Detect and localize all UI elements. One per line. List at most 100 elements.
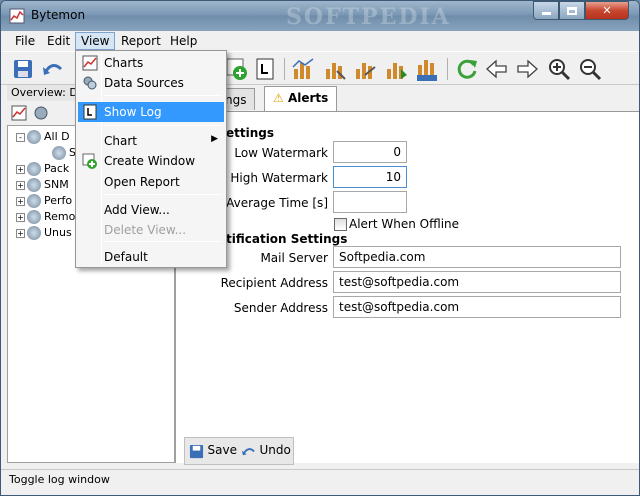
chart-icon <box>82 55 98 71</box>
group-icon <box>27 162 41 176</box>
menu-edit[interactable]: Edit <box>41 32 76 50</box>
menu-view[interactable]: View <box>75 32 116 50</box>
data-sources-icon <box>83 76 97 90</box>
chart-remove-icon <box>326 63 346 80</box>
menu-separator <box>104 125 222 126</box>
main-window: Bytemon SOFTPEDIA ✕ File Edit View Repor… <box>0 0 640 496</box>
status-bar: Toggle log window <box>1 469 639 491</box>
menu-item-show-log[interactable]: Show Log <box>78 102 224 122</box>
menu-bar: File Edit View Report Help <box>1 31 639 51</box>
expand-icon[interactable]: + <box>16 164 25 174</box>
menu-report[interactable]: Report <box>115 32 167 50</box>
status-text: Toggle log window <box>9 473 110 486</box>
tree-source-icon[interactable] <box>33 105 49 121</box>
section-watermark-settings: ettings <box>226 126 274 140</box>
back-toolbar-button[interactable] <box>485 57 509 81</box>
sender-address-input[interactable]: test@softpedia.com <box>333 296 621 318</box>
title-bar: Bytemon SOFTPEDIA ✕ <box>1 1 639 31</box>
alerts-panel: ettings Low Watermark 0 High Watermark 1… <box>176 111 639 463</box>
section-notification-settings: tification Settings <box>226 232 348 246</box>
view-menu-dropdown: Charts Data Sources Show Log Chart ▶ Cre… <box>75 50 227 268</box>
undo-icon <box>241 447 255 455</box>
undo-button[interactable]: Undo <box>241 443 291 461</box>
tree-node[interactable]: + Perfo <box>16 194 72 210</box>
menu-separator <box>104 95 222 96</box>
menu-item-open-report[interactable]: Open Report <box>78 172 224 192</box>
refresh-icon <box>457 59 477 79</box>
low-watermark-input[interactable]: 0 <box>333 141 407 163</box>
chart-arrow-icon <box>387 63 407 79</box>
add-window-toolbar-button[interactable] <box>225 57 249 81</box>
chart-toolbar-button-2[interactable] <box>323 57 347 81</box>
snmp-icon <box>417 60 437 81</box>
group-icon <box>27 178 41 192</box>
menu-help[interactable]: Help <box>164 32 203 50</box>
right-panel: ngs ⚠ Alerts ettings Low Watermark 0 Hig… <box>175 85 639 465</box>
source-icon <box>52 146 66 160</box>
tab-alerts[interactable]: ⚠ Alerts <box>264 86 338 111</box>
snmp-toolbar-button[interactable] <box>415 57 439 81</box>
save-button[interactable]: Save <box>189 443 237 461</box>
warning-icon: ⚠ <box>273 91 284 105</box>
tree-node[interactable]: + SNM <box>16 178 69 194</box>
expand-icon[interactable]: + <box>16 196 25 206</box>
expand-icon[interactable]: + <box>16 228 25 238</box>
alert-offline-checkbox[interactable] <box>334 218 347 231</box>
menu-item-data-sources[interactable]: Data Sources <box>78 73 224 93</box>
group-icon <box>27 194 41 208</box>
chart-toolbar-button-4[interactable] <box>384 57 408 81</box>
maximize-icon <box>567 6 577 15</box>
moving-average-input[interactable] <box>333 191 407 213</box>
undo-toolbar-button[interactable] <box>41 57 65 81</box>
tree-node[interactable]: - All D <box>16 130 70 146</box>
menu-item-default[interactable]: Default <box>78 247 224 267</box>
menu-separator <box>104 194 222 195</box>
toolbar-separator <box>447 58 448 80</box>
group-icon <box>27 226 41 240</box>
create-window-icon <box>82 153 97 169</box>
chart-toolbar-button-1[interactable] <box>291 57 315 81</box>
app-icon <box>9 8 25 24</box>
toolbar-separator <box>284 58 285 80</box>
expand-icon[interactable]: + <box>16 180 25 190</box>
close-icon: ✕ <box>602 4 612 17</box>
log-toolbar-button[interactable] <box>253 57 277 81</box>
zoom-in-toolbar-button[interactable] <box>547 57 571 81</box>
menu-item-add-view[interactable]: Add View... <box>78 200 224 220</box>
refresh-toolbar-button[interactable] <box>455 57 479 81</box>
bottom-action-bar: Save Undo <box>184 437 294 465</box>
group-icon <box>27 210 41 224</box>
save-toolbar-button[interactable] <box>11 57 35 81</box>
recipient-address-input[interactable]: test@softpedia.com <box>333 271 621 293</box>
arrow-right-icon <box>517 59 538 79</box>
tree-chart-icon[interactable] <box>11 105 27 121</box>
tree-node[interactable]: + Unus <box>16 226 72 242</box>
high-watermark-input[interactable]: 10 <box>333 166 407 188</box>
close-button[interactable]: ✕ <box>585 1 629 20</box>
submenu-arrow-icon: ▶ <box>211 134 218 144</box>
zoom-out-toolbar-button[interactable] <box>578 57 602 81</box>
menu-item-create-window[interactable]: Create Window <box>78 151 224 171</box>
arrow-left-icon <box>486 59 507 79</box>
chart-toolbar-button-3[interactable] <box>353 57 377 81</box>
expand-icon[interactable]: + <box>16 212 25 222</box>
menu-file[interactable]: File <box>9 32 41 50</box>
tree-node[interactable]: + Remo <box>16 210 75 226</box>
mail-server-input[interactable]: Softpedia.com <box>333 246 621 268</box>
collapse-icon[interactable]: - <box>16 132 25 142</box>
menu-item-delete-view: Delete View... <box>104 223 187 237</box>
minimize-button[interactable] <box>533 1 559 20</box>
tree-node[interactable]: S <box>52 146 76 162</box>
minimize-icon <box>541 12 551 15</box>
forward-toolbar-button[interactable] <box>515 57 539 81</box>
maximize-button[interactable] <box>559 1 585 20</box>
recipient-address-label: Recipient Address <box>220 276 328 290</box>
zoom-out-icon <box>580 59 602 81</box>
window-title: Bytemon <box>31 8 86 22</box>
tree-node[interactable]: + Pack <box>16 162 69 178</box>
menu-item-charts[interactable]: Charts <box>78 53 224 73</box>
zoom-in-icon <box>549 59 571 81</box>
menu-item-chart-submenu[interactable]: Chart ▶ <box>78 131 224 151</box>
save-icon <box>14 60 32 78</box>
log-icon <box>256 58 274 80</box>
